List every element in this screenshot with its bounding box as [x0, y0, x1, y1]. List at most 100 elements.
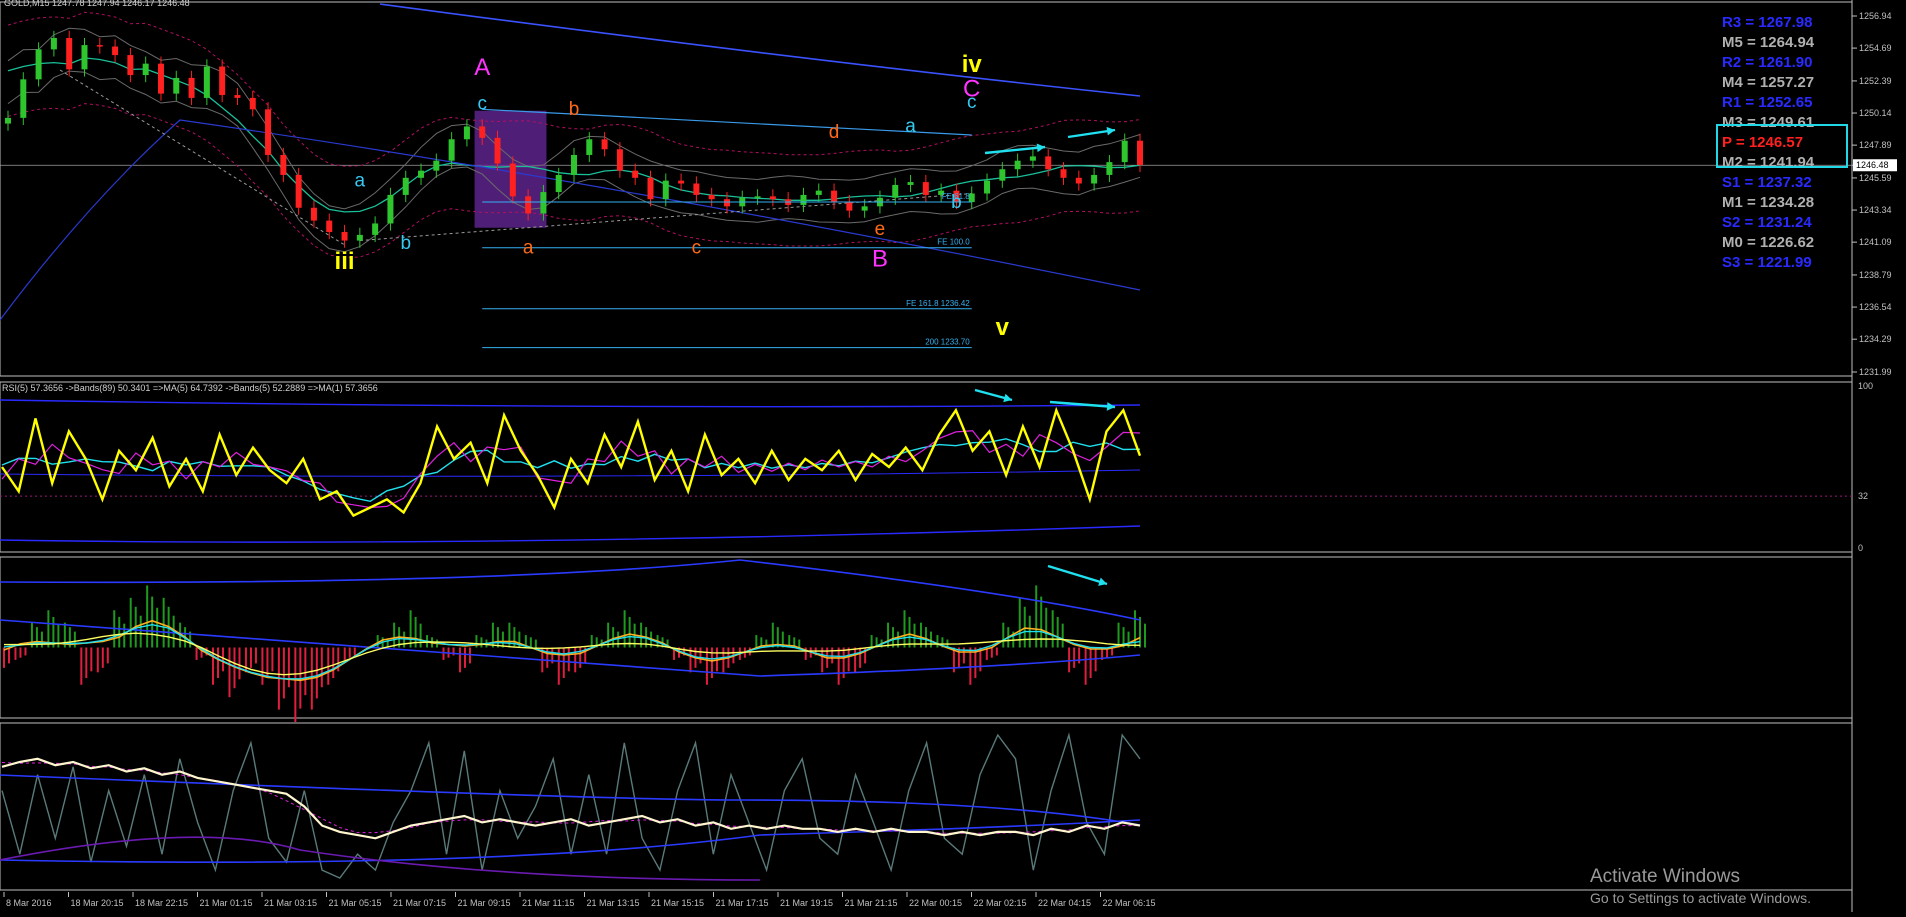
candle-body	[50, 37, 57, 50]
time-tick-label: 21 Mar 13:15	[587, 898, 640, 908]
wave-label: d	[829, 122, 840, 143]
histogram-bar-down	[195, 647, 198, 660]
histogram-bar-up	[903, 610, 906, 648]
candle-body	[1137, 140, 1143, 165]
stochastic-upper-band	[0, 774, 1141, 826]
candle-body	[127, 55, 134, 76]
symbol-ohlc-label: GOLD,M15 1247.78 1247.94 1246.17 1246.48	[4, 0, 190, 8]
rsi-line	[1, 406, 1142, 518]
wave-label: v	[996, 314, 1010, 341]
histogram-bar-down	[567, 647, 570, 672]
candle-body	[203, 66, 210, 98]
chart-canvas[interactable]: 1256.94 1254.69 1252.39 1250.14 1247.89 1246.…	[0, 0, 1906, 912]
histogram-bar-up	[501, 631, 504, 648]
candle-body	[188, 77, 195, 98]
wave-label: c	[967, 92, 977, 113]
price-tick-label: 1256.94	[1859, 11, 1892, 21]
time-tick-label: 21 Mar 07:15	[393, 898, 446, 908]
histogram-bar-down	[353, 647, 356, 656]
candle-body	[601, 139, 608, 150]
histogram-bar-up	[1056, 616, 1059, 648]
price-tick-label: 1231.99	[1859, 367, 1892, 377]
histogram-bar-down	[304, 647, 307, 696]
histogram-bar-down	[969, 647, 972, 685]
histogram-bar-up	[1061, 623, 1064, 648]
histogram-bar-down	[343, 647, 346, 660]
histogram-bar-down	[217, 647, 220, 679]
histogram-bar-up	[1040, 596, 1043, 648]
histogram-bar-up	[1144, 623, 1146, 648]
histogram-bar-up	[798, 639, 801, 648]
candle-body	[433, 160, 440, 171]
candle-body	[341, 232, 348, 241]
rsi-lower-band	[0, 525, 1141, 543]
histogram-bar-down	[837, 647, 840, 685]
candle-body	[20, 79, 27, 118]
histogram-bar-up	[1051, 610, 1054, 648]
histogram-bar-up	[40, 631, 43, 648]
candle-body	[310, 207, 317, 221]
pivot-level: S2 = 1231.24	[1722, 214, 1812, 231]
time-tick-label: 21 Mar 21:15	[845, 898, 898, 908]
time-tick-label: 21 Mar 11:15	[522, 898, 574, 908]
pivot-highlight-box	[1716, 124, 1848, 168]
histogram-bar-down	[458, 647, 461, 673]
time-tick-label: 8 Mar 2016	[6, 898, 52, 908]
time-tick-label: 21 Mar 17:15	[716, 898, 769, 908]
chart-window[interactable]: 1256.94 1254.69 1252.39 1250.14 1247.89 1246.…	[0, 0, 1906, 912]
price-tick-label: 1252.39	[1859, 76, 1892, 86]
fib-level-label: FE 161.8 1236.42	[906, 299, 970, 308]
histogram-bar-down	[1084, 647, 1087, 685]
histogram-bar-up	[393, 622, 396, 648]
time-tick-label: 22 Mar 04:15	[1038, 898, 1091, 908]
histogram-bar-up	[129, 597, 132, 648]
histogram-bar-up	[409, 610, 412, 648]
histogram-bar-down	[24, 647, 27, 656]
arrow-price-1-head	[1036, 143, 1045, 153]
rsi-tick-label: 100	[1858, 381, 1873, 391]
histogram-bar-up	[480, 637, 483, 648]
candle-body	[5, 117, 11, 124]
histogram-bar-down	[859, 647, 862, 668]
candle-body	[1075, 177, 1082, 184]
histogram-bar-up	[908, 616, 911, 648]
candle-body	[586, 139, 593, 155]
candle-body	[892, 184, 899, 198]
histogram-bar-down	[847, 647, 850, 672]
time-tick-label: 21 Mar 15:15	[651, 898, 704, 908]
time-tick-label: 22 Mar 02:15	[974, 898, 1027, 908]
watermark-title: Activate Windows	[1590, 866, 1740, 887]
candle-body	[173, 77, 180, 94]
candle-body	[907, 182, 914, 185]
wave-label: a	[355, 170, 366, 191]
histogram-bar-down	[101, 647, 104, 668]
trendline-wave-iii	[59, 69, 345, 246]
pivot-level: M4 = 1257.27	[1722, 74, 1815, 91]
candle-body	[831, 190, 838, 203]
histogram-bar-up	[1045, 607, 1048, 648]
candle-body	[112, 46, 119, 56]
candle-body	[81, 45, 88, 70]
histogram-bar-down	[249, 647, 252, 668]
histogram-bar-up	[118, 616, 121, 648]
histogram-bar-up	[156, 607, 159, 648]
trendline-upper	[482, 108, 972, 136]
histogram-bar-up	[755, 635, 758, 648]
histogram-bar-up	[123, 623, 126, 648]
histogram-bar-down	[463, 647, 466, 668]
candle-body	[525, 196, 532, 214]
pivot-level: R3 = 1267.98	[1722, 14, 1813, 31]
candle-body	[540, 192, 547, 214]
price-tick-label: 1254.69	[1859, 43, 1892, 53]
candle-body	[708, 194, 715, 200]
price-tick-label: 1245.59	[1859, 173, 1892, 183]
long-ma-upper	[379, 3, 1141, 97]
histogram-bar-up	[887, 622, 890, 648]
histogram-bar-up	[870, 635, 873, 648]
pivot-level: S1 = 1237.32	[1722, 174, 1812, 191]
histogram-bar-up	[376, 635, 379, 648]
histogram-bar-up	[1117, 622, 1120, 648]
histogram-bar-down	[228, 647, 231, 698]
histogram-bar-down	[85, 647, 88, 679]
candle-body	[800, 194, 807, 205]
